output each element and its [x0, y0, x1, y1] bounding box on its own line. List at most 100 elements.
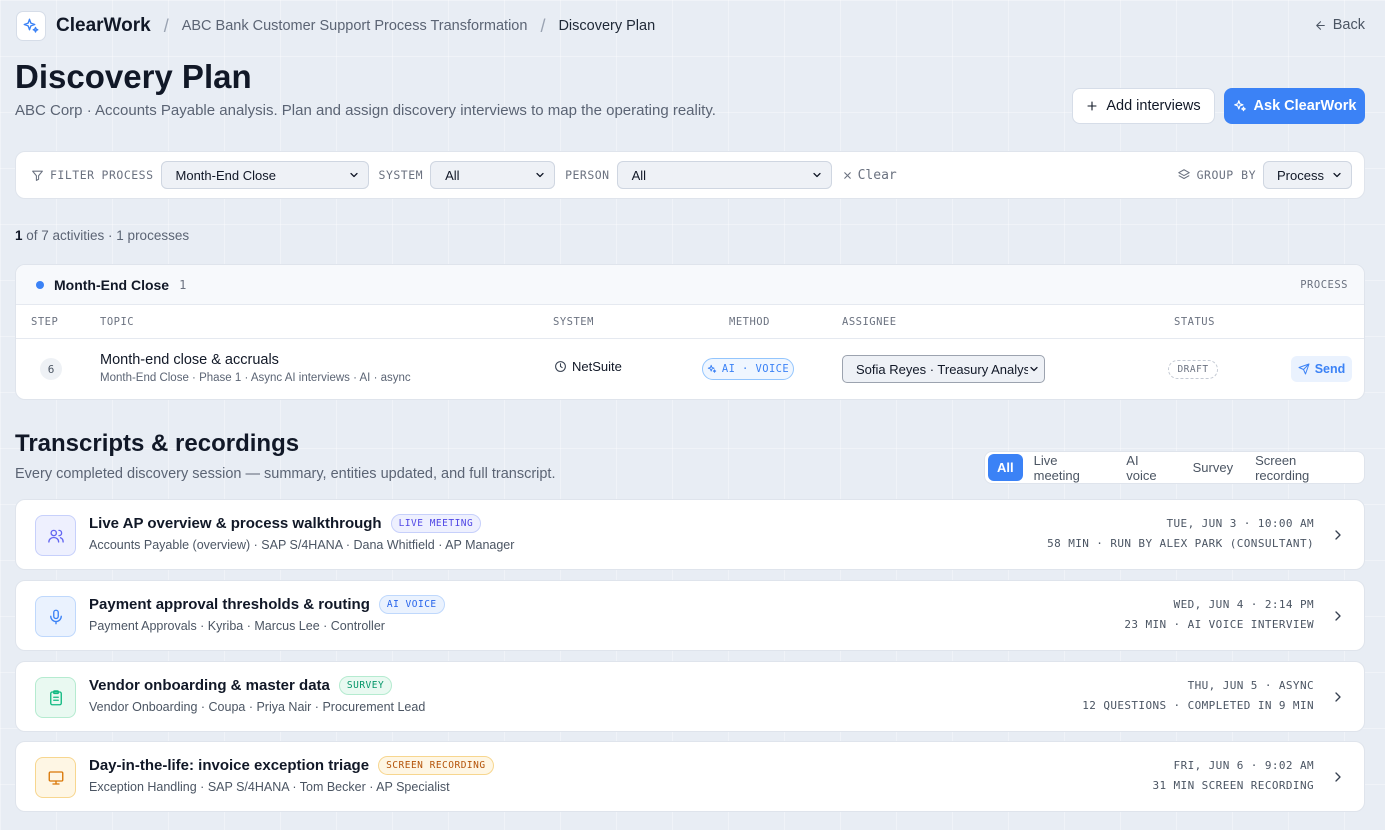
- process-color-dot: [36, 280, 44, 289]
- chevron-down-icon: [349, 172, 358, 178]
- system-cell: NetSuite: [554, 359, 622, 374]
- process-group-name: Month-End Close: [54, 276, 170, 293]
- column-step: STEP: [31, 316, 59, 328]
- process-group-header[interactable]: Month-End Close 1 PROCESS: [16, 265, 1364, 305]
- chevron-down-icon: [812, 172, 821, 178]
- page-subtitle: ABC Corp · Accounts Payable analysis. Pl…: [15, 102, 716, 119]
- back-button[interactable]: Back: [1314, 17, 1365, 33]
- column-method: METHOD: [729, 316, 770, 328]
- breadcrumb-project[interactable]: ABC Bank Customer Support Process Transf…: [182, 18, 528, 34]
- transcript-card[interactable]: Payment approval thresholds & routing AI…: [15, 580, 1365, 651]
- transcript-title: Day-in-the-life: invoice exception triag…: [89, 757, 370, 774]
- microphone-icon: [35, 596, 76, 637]
- transcript-card[interactable]: Live AP overview & process walkthrough L…: [15, 499, 1365, 570]
- sparkle-icon: [707, 364, 717, 373]
- monitor-icon: [35, 757, 76, 798]
- process-filter-label: PROCESS: [101, 168, 154, 182]
- brand-name[interactable]: ClearWork: [56, 15, 151, 37]
- clear-label: Clear: [857, 167, 897, 183]
- transcript-title: Live AP overview & process walkthrough: [89, 515, 382, 532]
- transcript-subtitle: Vendor Onboarding · Coupa · Priya Nair ·…: [89, 700, 426, 714]
- send-icon: [1298, 363, 1310, 375]
- step-number: 6: [40, 358, 62, 380]
- method-badge: AI · VOICE: [702, 358, 794, 380]
- system-filter-label: SYSTEM: [378, 168, 424, 182]
- ask-clearwork-button[interactable]: Ask ClearWork: [1224, 88, 1365, 124]
- arrow-left-icon: [1315, 20, 1325, 30]
- transcript-date: WED, JUN 4 · 2:14 PM: [1173, 598, 1314, 611]
- add-interviews-label: Add interviews: [1106, 98, 1201, 114]
- users-icon: [35, 515, 76, 556]
- tab-ai-voice[interactable]: AI voice: [1115, 453, 1181, 483]
- send-button[interactable]: Send: [1291, 356, 1352, 382]
- chevron-right-icon: [1335, 530, 1341, 540]
- activity-count-rest: of 7 activities · 1 processes: [22, 228, 190, 243]
- process-group-table: Month-End Close 1 PROCESS STEP TOPIC SYS…: [15, 264, 1365, 400]
- topic-subtitle: Month-End Close · Phase 1 · Async AI int…: [100, 372, 411, 384]
- filter-label: FILTER: [50, 168, 95, 182]
- transcript-subtitle: Payment Approvals · Kyriba · Marcus Lee …: [89, 619, 385, 633]
- system-select-value: All: [445, 167, 460, 183]
- transcript-title: Vendor onboarding & master data: [89, 677, 330, 694]
- group-by-select[interactable]: Process: [1263, 161, 1352, 189]
- system-select[interactable]: All: [430, 161, 556, 189]
- process-select-value: Month-End Close: [175, 167, 276, 183]
- tab-all[interactable]: All: [988, 454, 1023, 481]
- transcript-date: TUE, JUN 3 · 10:00 AM: [1166, 517, 1314, 530]
- transcript-subtitle: Accounts Payable (overview) · SAP S/4HAN…: [89, 538, 515, 552]
- topic-title: Month-end close & accruals: [100, 352, 279, 368]
- clipboard-icon: [35, 677, 76, 718]
- ask-clearwork-label: Ask ClearWork: [1253, 98, 1357, 114]
- back-label: Back: [1332, 17, 1365, 33]
- breadcrumb-current: Discovery Plan: [558, 18, 656, 34]
- type-badge: SURVEY: [338, 676, 393, 695]
- column-status: STATUS: [1174, 316, 1215, 328]
- chevron-down-icon: [536, 172, 544, 178]
- process-group-count: 1: [179, 277, 187, 292]
- clear-filters-button[interactable]: Clear: [842, 168, 897, 183]
- table-row[interactable]: 6 Month-end close & accruals Month-End C…: [16, 339, 1364, 399]
- transcripts-title: Transcripts & recordings: [15, 430, 300, 457]
- sparkle-icon: [1233, 100, 1246, 112]
- activity-count: 1 of 7 activities · 1 processes: [15, 228, 189, 243]
- process-select[interactable]: Month-End Close: [160, 161, 369, 189]
- filter-icon: [32, 170, 43, 181]
- transcript-card[interactable]: Vendor onboarding & master data SURVEY V…: [15, 661, 1365, 732]
- close-icon: [843, 171, 851, 179]
- breadcrumb-separator: /: [163, 15, 169, 36]
- column-assignee: ASSIGNEE: [842, 316, 897, 328]
- transcript-card[interactable]: Day-in-the-life: invoice exception triag…: [15, 741, 1365, 812]
- send-label: Send: [1314, 362, 1346, 376]
- transcripts-subtitle: Every completed discovery session — summ…: [15, 466, 556, 482]
- chevron-down-icon: [1030, 366, 1038, 372]
- activity-count-shown: 1: [15, 228, 23, 243]
- transcript-detail: 12 QUESTIONS · COMPLETED IN 9 MIN: [1082, 699, 1314, 712]
- person-select-value: All: [631, 167, 647, 183]
- tab-survey[interactable]: Survey: [1182, 454, 1244, 481]
- transcript-date: THU, JUN 5 · ASYNC: [1187, 679, 1314, 692]
- transcript-filter-tabs: All Live meeting AI voice Survey Screen …: [984, 451, 1365, 484]
- plus-icon: [1087, 101, 1097, 111]
- system-name: NetSuite: [572, 359, 622, 374]
- method-label: AI · VOICE: [721, 363, 790, 375]
- column-system: SYSTEM: [553, 316, 594, 328]
- transcript-detail: 23 MIN · AI VOICE INTERVIEW: [1124, 618, 1314, 631]
- transcript-subtitle: Exception Handling · SAP S/4HANA · Tom B…: [89, 780, 450, 794]
- tab-screen-recording[interactable]: Screen recording: [1244, 453, 1361, 483]
- tab-live-meeting[interactable]: Live meeting: [1023, 453, 1116, 483]
- page-title: Discovery Plan: [15, 58, 252, 95]
- add-interviews-button[interactable]: Add interviews: [1072, 88, 1215, 124]
- assignee-value: Sofia Reyes · Treasury Analyst: [856, 361, 1028, 377]
- group-by-select-value: Process: [1277, 167, 1324, 183]
- layers-icon: [1177, 169, 1190, 180]
- person-select[interactable]: All: [616, 161, 832, 189]
- transcript-title: Payment approval thresholds & routing: [89, 596, 370, 613]
- breadcrumb-separator: /: [540, 15, 546, 36]
- group-by-control: GROUP BY Process: [1177, 161, 1352, 189]
- group-by-label: GROUP BY: [1196, 168, 1256, 182]
- sparkle-logo-icon[interactable]: [16, 11, 46, 41]
- assignee-select[interactable]: Sofia Reyes · Treasury Analyst: [842, 355, 1045, 383]
- type-badge: LIVE MEETING: [390, 514, 482, 533]
- status-badge: DRAFT: [1168, 360, 1218, 379]
- chevron-right-icon: [1335, 772, 1341, 782]
